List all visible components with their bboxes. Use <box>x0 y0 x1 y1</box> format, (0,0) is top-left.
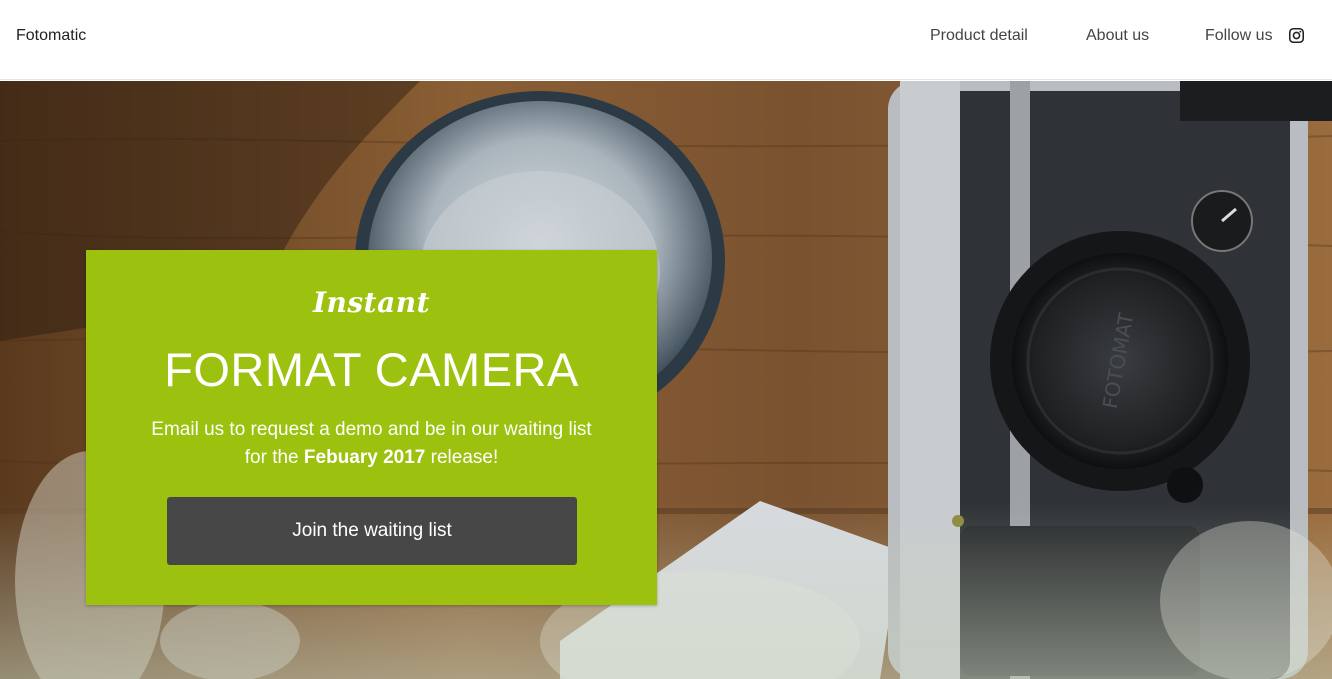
top-navigation-bar: Fotomatic Product detail About us Follow… <box>0 0 1332 80</box>
promo-card: Instant FORMAT CAMERA Email us to reques… <box>86 250 657 605</box>
card-description: Email us to request a demo and be in our… <box>146 416 597 472</box>
join-waiting-list-button[interactable]: Join the waiting list <box>167 497 577 565</box>
card-text-bold: Febuary 2017 <box>303 447 426 468</box>
nav-about-us[interactable]: About us <box>1086 27 1149 45</box>
card-text-after: release! <box>425 447 499 468</box>
brand-logo-text[interactable]: Fotomatic <box>16 27 86 45</box>
nav-follow-us[interactable]: Follow us <box>1205 27 1273 45</box>
card-kicker: Instant <box>312 286 431 319</box>
card-title: FORMAT CAMERA <box>164 343 579 396</box>
hero-banner: FOTOMAT Instant FORMAT CAMERA Email us t… <box>0 81 1332 679</box>
nav-product-detail[interactable]: Product detail <box>930 27 1028 45</box>
instagram-icon[interactable] <box>1288 27 1305 44</box>
